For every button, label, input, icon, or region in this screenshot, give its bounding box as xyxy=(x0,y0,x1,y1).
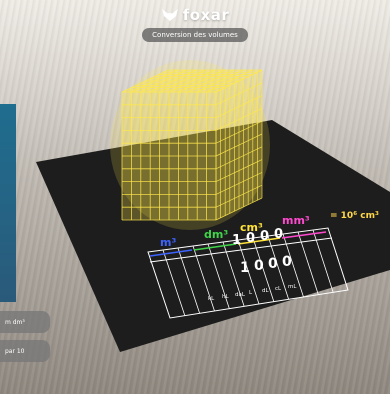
ar-scene: m³dm³cm³mm³1 0 0 01 0 0 0kL hL daL LdL cL mL= 10⁶ c… xyxy=(36,120,390,352)
liquid-unit-2: daL xyxy=(235,292,246,298)
liquid-unit-4: dL xyxy=(262,288,269,294)
row1-digit-2: 0 xyxy=(260,229,269,244)
liquid-unit-5: cL xyxy=(275,286,282,292)
unit-label-0: m³ xyxy=(160,236,176,249)
side-button-1-label: m dm³ xyxy=(5,318,25,326)
row1-digit-1: 0 xyxy=(246,231,255,246)
side-button-1[interactable]: m dm³ xyxy=(0,311,50,333)
side-button-2[interactable]: par 10 xyxy=(0,340,50,362)
unit-label-1: dm³ xyxy=(204,228,228,241)
row1-digit-3: 0 xyxy=(274,227,283,242)
liquid-unit-1: hL xyxy=(222,294,229,300)
row2-digit-0: 1 xyxy=(240,260,250,276)
row1-digit-0: 1 xyxy=(232,233,241,248)
row2-digit-2: 0 xyxy=(268,256,278,272)
conversion-equation: = 10⁶ cm³ xyxy=(330,211,379,221)
liquid-unit-0: kL xyxy=(208,296,215,302)
liquid-unit-6: mL xyxy=(288,284,297,290)
row2-digit-3: 0 xyxy=(282,254,292,270)
row2-digit-1: 0 xyxy=(254,258,264,274)
side-button-2-label: par 10 xyxy=(5,347,25,355)
unit-label-3: mm³ xyxy=(282,214,310,227)
